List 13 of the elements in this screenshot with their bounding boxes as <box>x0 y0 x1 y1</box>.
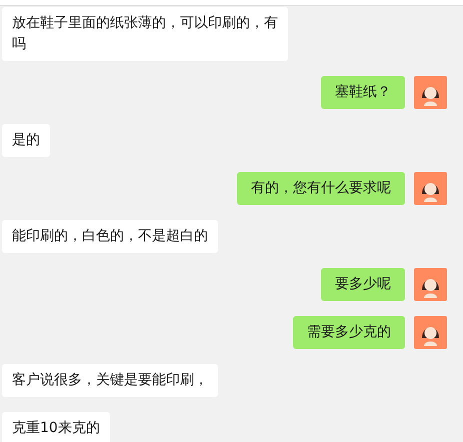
message-bubble: 克重10来克的 <box>2 412 110 442</box>
message-bubble: 放在鞋子里面的纸张薄的，可以印刷的，有吗 <box>2 7 288 61</box>
avatar-icon <box>414 76 447 109</box>
message-bubble: 要多少呢 <box>321 268 405 301</box>
avatar-icon <box>414 316 447 349</box>
message-bubble: 客户说很多，关键是要能印刷， <box>2 364 218 397</box>
message-bubble: 需要多少克的 <box>293 316 405 349</box>
message-bubble: 是的 <box>2 124 50 157</box>
message-bubble: 能印刷的，白色的，不是超白的 <box>2 220 218 253</box>
avatar-icon <box>414 268 447 301</box>
message-bubble: 塞鞋纸？ <box>321 76 405 109</box>
avatar-icon <box>414 172 447 205</box>
message-bubble: 有的，您有什么要求呢 <box>237 172 405 205</box>
